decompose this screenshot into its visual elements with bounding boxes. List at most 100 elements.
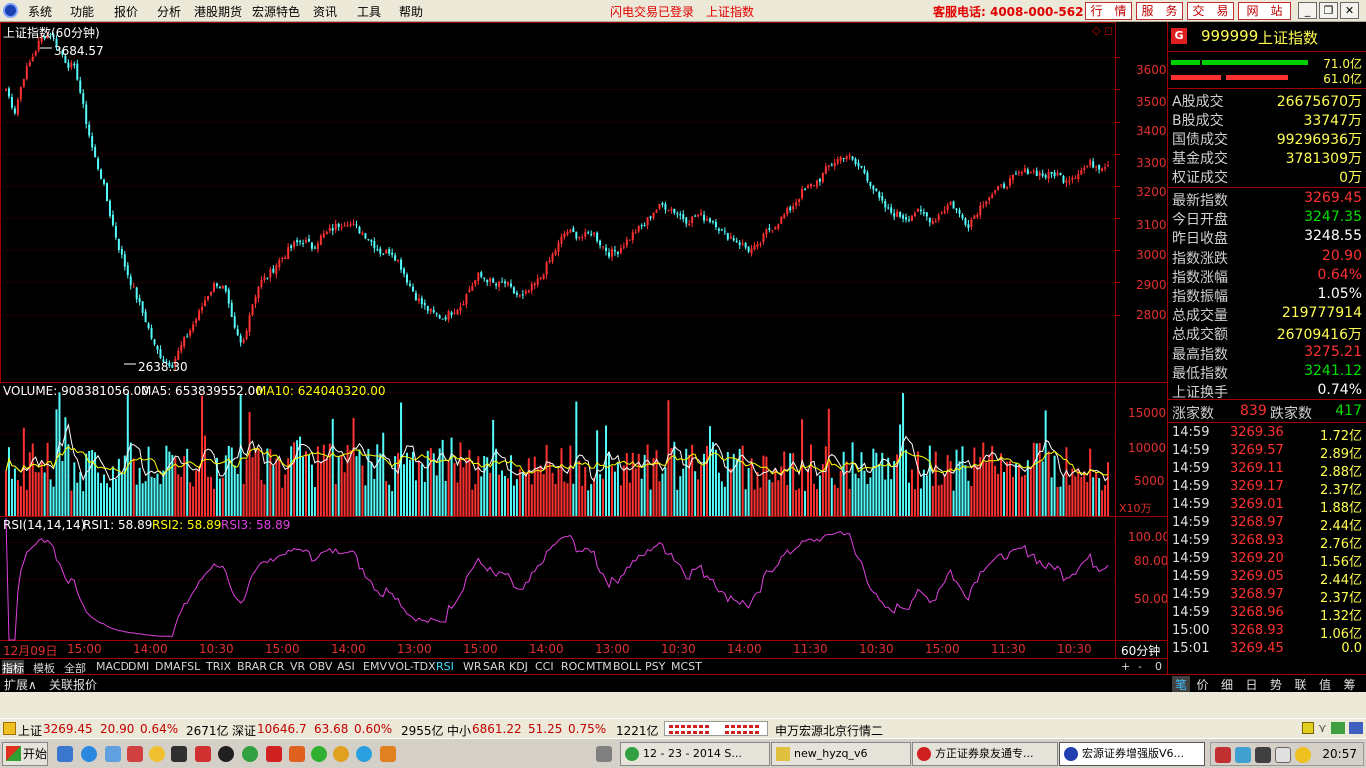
- market-button[interactable]: 行 情: [1085, 2, 1132, 20]
- indicator-tab[interactable]: BOLL: [613, 660, 641, 673]
- app-icon[interactable]: [266, 746, 282, 762]
- indicator-tab[interactable]: VR: [290, 660, 305, 673]
- volume-bar: [952, 490, 955, 516]
- tray-icon[interactable]: [1215, 747, 1231, 763]
- restore-icon[interactable]: ❐: [1319, 2, 1338, 19]
- indicator-tab[interactable]: RSI: [436, 660, 454, 673]
- price-candle: [777, 224, 780, 229]
- tray-icon[interactable]: [1255, 747, 1271, 763]
- indicator-tab[interactable]: VOL-TDX: [388, 660, 436, 673]
- task-item[interactable]: 12 - 23 - 2014 S...: [620, 742, 770, 766]
- panel-tab[interactable]: 笔: [1172, 676, 1191, 693]
- tray-icon[interactable]: [1235, 747, 1251, 763]
- panel-tab[interactable]: 价: [1197, 676, 1209, 693]
- indicator-tab[interactable]: PSY: [645, 660, 665, 673]
- ie-icon[interactable]: [81, 746, 97, 762]
- price-candle: [928, 217, 931, 223]
- indicator-tab[interactable]: KDJ: [509, 660, 528, 673]
- menu-analysis[interactable]: 分析: [157, 3, 181, 20]
- app-icon[interactable]: [127, 746, 143, 762]
- task-item[interactable]: new_hyzq_v6: [771, 742, 911, 766]
- panel-tab[interactable]: 联: [1295, 676, 1307, 693]
- indicator-tab[interactable]: FSL: [181, 660, 200, 673]
- price-candle: [334, 223, 337, 230]
- indicator-tab[interactable]: DMA: [155, 660, 181, 673]
- panel-tab[interactable]: 值: [1319, 676, 1331, 693]
- desktop-icon[interactable]: [57, 746, 73, 762]
- app-icon[interactable]: [289, 746, 305, 762]
- smiley-icon[interactable]: [149, 746, 165, 762]
- chart-tools-icon[interactable]: ◇ ◻: [1092, 24, 1113, 37]
- indicator-tab[interactable]: MTM: [586, 660, 612, 673]
- volume-bar: [480, 476, 483, 516]
- indicator-tab[interactable]: ROC: [561, 660, 585, 673]
- indicator-tab[interactable]: MACD: [96, 660, 129, 673]
- volume-bar: [456, 482, 459, 516]
- tray-icon[interactable]: [1295, 747, 1311, 763]
- menu-quote[interactable]: 报价: [114, 3, 138, 20]
- volume-bar: [1065, 447, 1068, 516]
- website-button[interactable]: 网 站: [1238, 2, 1291, 20]
- menu-tools[interactable]: 工具: [357, 3, 381, 20]
- price-candle: [495, 283, 498, 286]
- indicator-tab[interactable]: DMI: [128, 660, 149, 673]
- indicator-tab[interactable]: WR: [463, 660, 482, 673]
- menu-system[interactable]: 系统: [28, 3, 52, 20]
- zoom-control[interactable]: +: [1121, 660, 1130, 673]
- menu-hongyuan[interactable]: 宏源特色: [252, 3, 300, 20]
- app-icon[interactable]: [105, 746, 121, 762]
- app-logo-icon[interactable]: [3, 3, 18, 18]
- expand-tab[interactable]: 扩展∧: [4, 676, 37, 693]
- volume-bar: [619, 485, 622, 516]
- indicator-tab[interactable]: OBV: [309, 660, 332, 673]
- volume-icon[interactable]: [1275, 747, 1291, 763]
- related-quote-tab[interactable]: 关联报价: [49, 676, 97, 693]
- lock-icon[interactable]: [3, 722, 16, 735]
- menu-help[interactable]: 帮助: [399, 3, 423, 20]
- service-button[interactable]: 服 务: [1136, 2, 1183, 20]
- volume-bar: [1014, 463, 1017, 516]
- chart-area[interactable]: 上证指数(60分钟) ◇ ◻ 3684.57 2638.30 3600 3500…: [0, 22, 1170, 659]
- zoom-control[interactable]: -: [1138, 660, 1142, 673]
- app-icon[interactable]: [380, 746, 396, 762]
- minimize-icon[interactable]: _: [1298, 2, 1317, 19]
- indicator-tab[interactable]: ASI: [337, 660, 355, 673]
- indicator-tab[interactable]: BRAR: [237, 660, 267, 673]
- trade-button[interactable]: 交 易: [1187, 2, 1234, 20]
- app-icon: [625, 747, 639, 761]
- task-item-active[interactable]: 宏源证券增强版V6...: [1059, 742, 1205, 766]
- indicator-tab[interactable]: MCST: [671, 660, 702, 673]
- indicator-tab[interactable]: CCI: [535, 660, 554, 673]
- network-icon[interactable]: [1331, 722, 1345, 734]
- app-icon[interactable]: [195, 746, 211, 762]
- panel-tab[interactable]: 势: [1270, 676, 1282, 693]
- panel-tab[interactable]: 筹: [1344, 676, 1356, 693]
- start-button[interactable]: 开始: [2, 742, 48, 766]
- app-icon[interactable]: [242, 746, 258, 762]
- qq-icon[interactable]: [218, 746, 234, 762]
- panel-tab[interactable]: 日: [1246, 676, 1258, 693]
- volume-bar: [263, 484, 266, 516]
- indicator-tab[interactable]: TRIX: [206, 660, 231, 673]
- browser-icon[interactable]: [356, 746, 372, 762]
- taskbar: 开始 12 - 23 - 2014 S... new_hyzq_v6 方正证券泉…: [0, 738, 1366, 768]
- task-item[interactable]: 方正证券泉友通专...: [912, 742, 1058, 766]
- alert-icon[interactable]: [1302, 722, 1314, 734]
- indicator-tab[interactable]: SAR: [483, 660, 505, 673]
- close-icon[interactable]: ✕: [1340, 2, 1359, 19]
- connect-icon[interactable]: [1349, 722, 1363, 734]
- period-label[interactable]: 60分钟: [1121, 642, 1160, 659]
- menu-news[interactable]: 资讯: [313, 3, 337, 20]
- price-candle: [108, 200, 111, 216]
- indicator-tab[interactable]: EMV: [363, 660, 387, 673]
- zoom-control[interactable]: 0: [1155, 660, 1162, 673]
- app-icon[interactable]: [171, 746, 187, 762]
- chrome-icon[interactable]: [333, 746, 349, 762]
- menu-function[interactable]: 功能: [70, 3, 94, 20]
- app-icon[interactable]: [311, 746, 327, 762]
- indicator-tab[interactable]: CR: [269, 660, 284, 673]
- volume-bar: [530, 484, 533, 516]
- keyboard-icon[interactable]: [596, 746, 612, 762]
- panel-tab[interactable]: 细: [1221, 676, 1233, 693]
- menu-hk-futures[interactable]: 港股期货: [194, 3, 242, 20]
